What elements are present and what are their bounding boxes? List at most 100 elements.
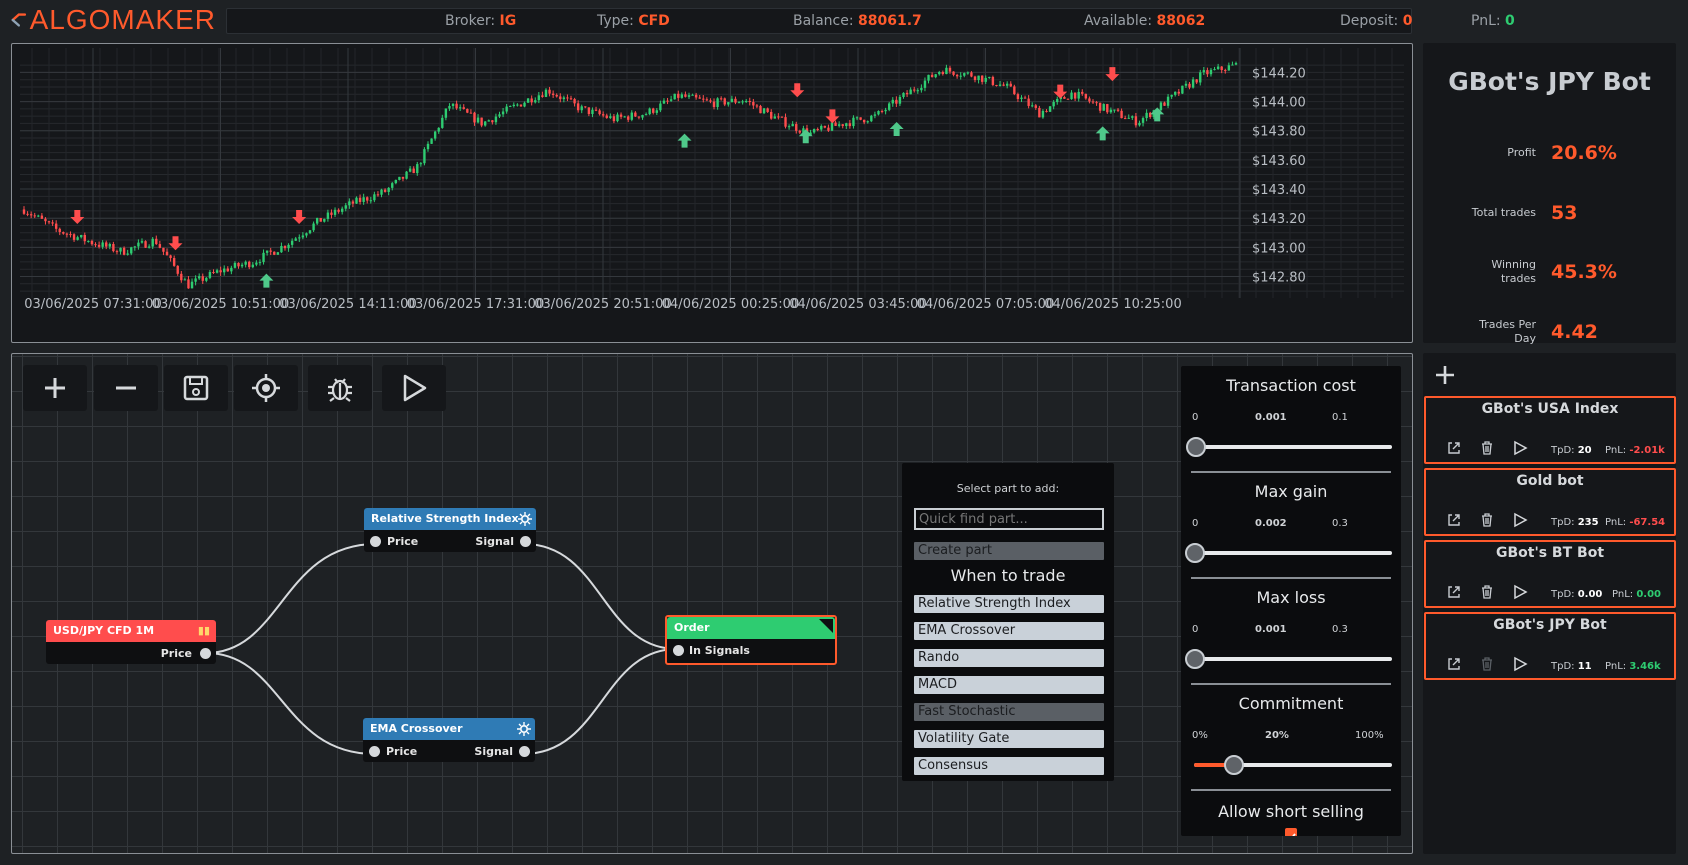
candle-body	[970, 72, 973, 77]
bot-pnl: PnL: -2.01k	[1605, 445, 1665, 456]
part-item[interactable]: Rando	[914, 649, 1104, 667]
zoom-in-button[interactable]	[23, 365, 87, 411]
sell-marker	[70, 210, 85, 225]
param-slider[interactable]	[1194, 755, 1392, 775]
slider-knob[interactable]	[1223, 755, 1244, 775]
play-icon[interactable]	[1512, 584, 1528, 600]
part-item[interactable]: Consensus	[914, 757, 1104, 775]
candle-body	[437, 127, 440, 132]
part-picker[interactable]: Select part to add: Create part When to …	[902, 463, 1114, 781]
y-tick-label: $143.00	[1252, 241, 1306, 256]
candle-body	[1063, 96, 1066, 99]
save-button[interactable]	[164, 365, 228, 411]
center-view-button[interactable]	[234, 365, 298, 411]
candle-body	[709, 100, 712, 102]
candle-body	[491, 120, 494, 123]
candle-body	[737, 102, 741, 104]
input-port[interactable]	[369, 746, 380, 757]
stat-label: Profit	[1507, 146, 1536, 159]
candle-body	[623, 116, 626, 118]
candle-body	[963, 73, 966, 76]
part-item[interactable]: EMA Crossover	[914, 622, 1104, 640]
deposit-info: Deposit: 0	[1340, 13, 1413, 29]
delete-icon[interactable]	[1479, 656, 1495, 672]
bot-card[interactable]: GBot's USA Index TpD: 20 PnL: -2.01k	[1424, 396, 1676, 464]
part-search-input[interactable]	[914, 508, 1104, 530]
param-slider[interactable]	[1185, 543, 1392, 563]
slider-knob[interactable]	[1185, 543, 1206, 563]
candle-body	[898, 97, 902, 104]
candle-body	[555, 95, 558, 97]
chart-canvas[interactable]: $144.20 $144.00 $143.80 $143.60 $143.40 $143.…	[12, 44, 1412, 342]
part-item[interactable]: Volatility Gate	[914, 730, 1104, 748]
candle-body	[401, 176, 405, 179]
candle-body	[108, 243, 112, 247]
play-icon[interactable]	[1512, 440, 1528, 456]
delete-icon[interactable]	[1479, 512, 1495, 528]
allow-short-checkbox[interactable]	[1285, 828, 1297, 836]
port-label: Price	[386, 745, 418, 758]
create-part-button[interactable]: Create part	[914, 542, 1104, 560]
part-item[interactable]: Relative Strength Index	[914, 595, 1104, 613]
candle-body	[351, 201, 355, 204]
delete-icon[interactable]	[1479, 584, 1495, 600]
play-icon[interactable]	[1512, 656, 1528, 672]
y-tick-label: $144.00	[1252, 96, 1306, 111]
zoom-out-button[interactable]	[94, 365, 158, 411]
input-port[interactable]	[370, 536, 381, 547]
settings-icon[interactable]	[517, 722, 531, 736]
bot-tpd: TpD: 235	[1551, 517, 1599, 528]
candle-body	[941, 72, 945, 75]
node-ema-crossover[interactable]: EMA Crossover Price Signal	[363, 718, 535, 762]
node-rsi[interactable]: Relative Strength Index Price Signal	[364, 508, 536, 552]
candle-body	[780, 116, 784, 118]
slider-knob[interactable]	[1184, 649, 1205, 669]
candle-body	[573, 99, 576, 104]
output-port[interactable]	[519, 746, 530, 757]
output-port[interactable]	[200, 648, 211, 659]
output-port[interactable]	[520, 536, 531, 547]
stat-winning-trades: Winning trades 45.3%	[1423, 252, 1676, 292]
candle-body	[58, 228, 61, 233]
play-icon[interactable]	[1512, 512, 1528, 528]
settings-icon[interactable]	[518, 512, 532, 526]
plus-icon	[45, 378, 65, 398]
candle-body	[870, 115, 873, 122]
x-tick-label: 04/06/2025 03:45:00	[789, 297, 926, 312]
open-external-icon[interactable]	[1446, 440, 1462, 456]
candle-body	[133, 246, 137, 248]
param-slider[interactable]	[1185, 437, 1392, 457]
candle-body	[273, 251, 276, 255]
candle-body	[991, 76, 995, 85]
strategy-params-panel[interactable]: Transaction cost 0 0.001 0.1 Max gain 0 …	[1181, 366, 1401, 836]
x-tick-label: 03/06/2025 10:51:00	[152, 297, 289, 312]
delete-icon[interactable]	[1479, 440, 1495, 456]
price-chart[interactable]: $144.20 $144.00 $143.80 $143.60 $143.40 $143.…	[11, 43, 1413, 343]
bot-card[interactable]: GBot's JPY Bot TpD: 11 PnL: 3.46k	[1424, 612, 1676, 680]
node-price-source[interactable]: USD/JPY CFD 1M ▮▮ Price	[46, 620, 216, 664]
part-item[interactable]: Fast Stochastic	[914, 703, 1104, 721]
input-port[interactable]	[673, 645, 684, 656]
bot-card[interactable]: Gold bot TpD: 235 PnL: -67.54	[1424, 468, 1676, 536]
candle-body	[405, 171, 408, 179]
node-order[interactable]: Order In Signals	[665, 615, 837, 665]
run-button[interactable]	[382, 365, 446, 411]
balance-info: Balance: 88061.7	[793, 13, 922, 29]
candle-body	[398, 176, 401, 180]
part-item[interactable]: MACD	[914, 676, 1104, 694]
candle-body	[759, 105, 762, 114]
candle-body	[115, 251, 119, 253]
candle-body	[340, 208, 344, 212]
open-external-icon[interactable]	[1446, 656, 1462, 672]
debug-button[interactable]	[308, 365, 372, 411]
sell-marker	[790, 83, 805, 98]
bot-tpd: TpD: 11	[1551, 661, 1592, 672]
candle-body	[262, 252, 265, 263]
open-external-icon[interactable]	[1446, 584, 1462, 600]
open-external-icon[interactable]	[1446, 512, 1462, 528]
slider-knob[interactable]	[1185, 437, 1206, 457]
add-bot-button[interactable]	[1431, 361, 1459, 389]
bot-card[interactable]: GBot's BT Bot TpD: 0.00 PnL: 0.00	[1424, 540, 1676, 608]
param-slider[interactable]	[1184, 649, 1392, 669]
candle-body	[190, 281, 194, 289]
